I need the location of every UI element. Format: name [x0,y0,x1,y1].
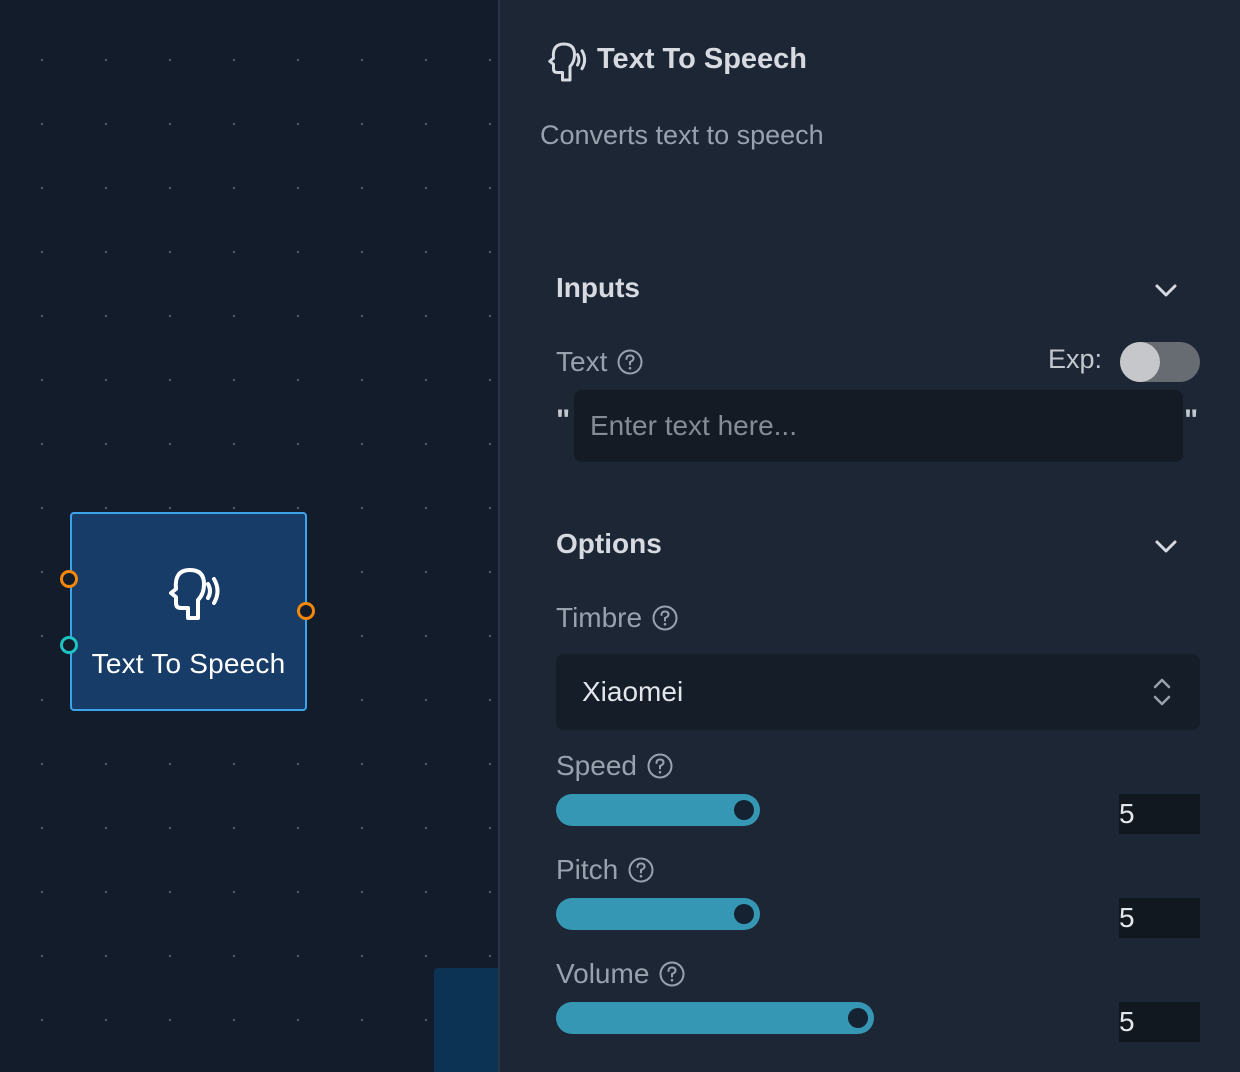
options-collapse-chevron-down-icon[interactable] [1152,532,1180,560]
properties-panel: Text To Speech Converts text to speech I… [500,0,1240,1072]
pitch-label: Pitch [556,854,619,885]
help-icon[interactable] [647,753,673,779]
canvas-overlay-panel [434,968,498,1072]
open-quote: " [556,404,571,437]
panel-description: Converts text to speech [540,120,824,150]
speed-slider[interactable] [556,794,760,826]
speed-label: Speed [556,750,637,781]
node-output-port-exec[interactable] [297,602,315,620]
text-field-label: Text [556,346,643,378]
speaking-head-icon [169,568,220,620]
pitch-slider-handle[interactable] [730,900,758,928]
node-input-port-text[interactable] [60,636,78,654]
volume-slider[interactable] [556,1002,874,1034]
inputs-collapse-chevron-down-icon[interactable] [1152,276,1180,304]
help-icon[interactable] [659,961,685,987]
expression-toggle[interactable] [1120,342,1200,382]
pitch-slider[interactable] [556,898,760,930]
close-quote: " [1184,404,1199,437]
node-label: Text To Speech [91,648,286,679]
text-to-speech-node[interactable]: Text To Speech [70,512,307,711]
volume-field-label: Volume [556,958,685,990]
timbre-selected-value: Xiaomei [582,676,684,707]
select-arrows-icon [1153,678,1171,706]
speed-slider-handle[interactable] [730,796,758,824]
help-icon[interactable] [628,857,654,883]
help-icon[interactable] [617,349,643,375]
expression-toggle-label: Exp: [1048,344,1103,374]
speaking-head-icon [548,42,587,82]
text-label: Text [556,346,608,377]
help-icon[interactable] [652,605,678,631]
timbre-label: Timbre [556,602,643,633]
volume-value-input[interactable]: 5 [1119,1002,1200,1042]
speed-field-label: Speed [556,750,673,782]
speed-value-input[interactable]: 5 [1119,794,1200,834]
inputs-section-title: Inputs [556,272,640,303]
flow-canvas[interactable]: Text To Speech [0,0,498,1072]
volume-slider-handle[interactable] [844,1004,872,1032]
node-input-port-exec[interactable] [60,570,78,588]
options-section-title: Options [556,528,662,559]
volume-label: Volume [556,958,650,989]
timbre-field-label: Timbre [556,602,678,634]
text-input[interactable] [574,390,1183,462]
timbre-select[interactable]: Xiaomei [556,654,1200,730]
pitch-field-label: Pitch [556,854,654,886]
panel-title: Text To Speech [597,43,808,75]
toggle-knob [1120,342,1160,382]
pitch-value-input[interactable]: 5 [1119,898,1200,938]
